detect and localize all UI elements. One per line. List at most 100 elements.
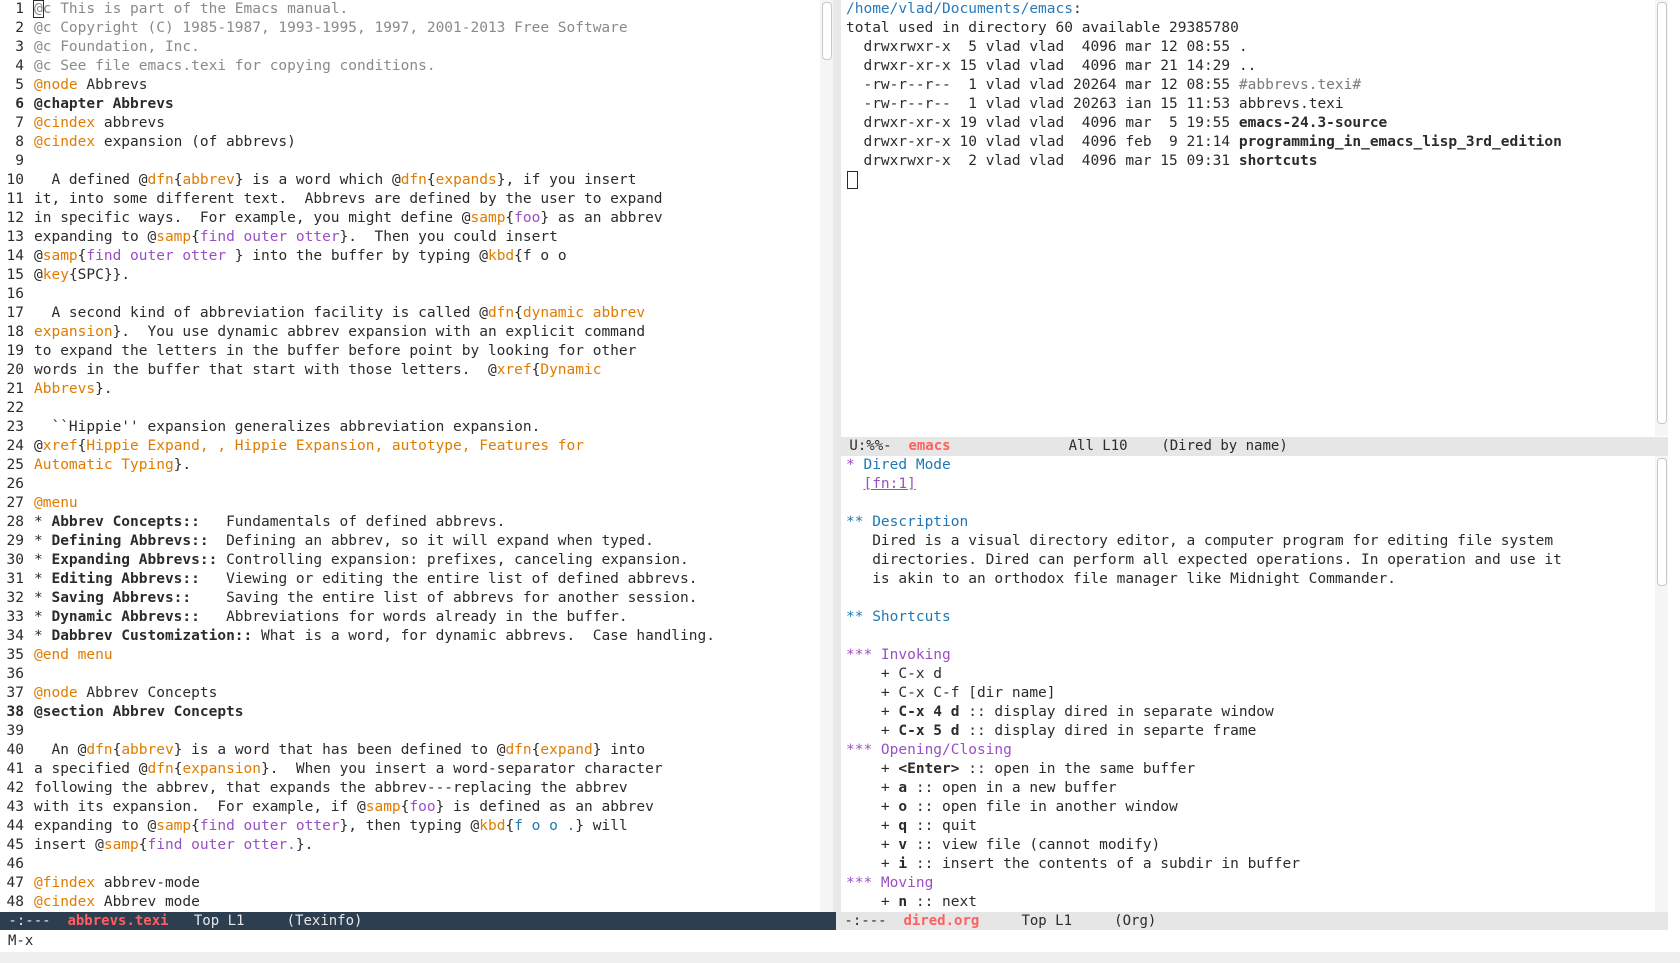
text-segment: dfn (147, 172, 174, 188)
minibuffer[interactable]: M-x (0, 930, 1680, 952)
text-segment: @ (34, 438, 43, 454)
dired-entry[interactable]: drwxr-xr-x 10 vlad vlad 4096 feb 9 21:14… (846, 133, 1646, 152)
source-line: 28 * Abbrev Concepts:: Fundamentals of de… (0, 513, 820, 532)
text-segment: :: view file (cannot modify) (907, 837, 1161, 853)
text-segment: { (138, 837, 148, 853)
text-segment: C-x 5 d (898, 723, 960, 739)
dired-entry[interactable]: -rw-r--r-- 1 vlad vlad 20263 ian 15 11:5… (846, 95, 1646, 114)
source-line: 29 * Defining Abbrevs:: Defining an abbre… (0, 532, 820, 551)
text-segment: dfn (147, 761, 174, 777)
dired-path[interactable]: /home/vlad/Documents/emacs (846, 1, 1073, 17)
line-number: 29 (6, 533, 24, 549)
dired-entry[interactable]: drwxr-xr-x 15 vlad vlad 4096 mar 21 14:2… (846, 57, 1646, 76)
text-segment: a specified @ (34, 761, 148, 777)
dired-entry[interactable]: drwxrwxr-x 5 vlad vlad 4096 mar 12 08:55… (846, 38, 1646, 57)
org-scrollbar-thumb[interactable] (1657, 458, 1667, 586)
org-line: + C-x C-f [dir name] (846, 684, 1646, 703)
source-line: 7 @cindex abbrevs (0, 114, 820, 133)
text-segment: { (191, 229, 200, 245)
text-segment: :: insert the contents of a subdir in bu… (907, 856, 1300, 872)
text-segment: } as an abbrev (540, 210, 663, 226)
dired-entries: drwxrwxr-x 5 vlad vlad 4096 mar 12 08:55… (846, 38, 1646, 171)
source-line: 12 in specific ways. For example, you mig… (0, 209, 820, 228)
text-segment: * (846, 457, 864, 473)
texinfo-buffer[interactable]: 1 @c This is part of the Emacs manual. 2 @c… (0, 0, 820, 912)
line-number: 2 (15, 20, 24, 36)
source-line: 47 @findex abbrev-mode (0, 874, 820, 893)
source-line: 44 expanding to @samp{find outer otter}, … (0, 817, 820, 836)
file-meta: 5 vlad vlad 4096 mar 12 08:55 (950, 39, 1231, 55)
text-segment: a (898, 780, 908, 796)
dired-entry[interactable]: drwxr-xr-x 19 vlad vlad 4096 mar 5 19:55… (846, 114, 1646, 133)
text-segment: :: open in the same buffer (959, 761, 1196, 777)
text-segment: Controlling expansion: prefixes, canceli… (217, 552, 689, 568)
footnote-link[interactable]: [fn:1] (863, 476, 915, 492)
text-segment: :: display dired in separte frame (959, 723, 1257, 739)
file-name[interactable]: emacs-24.3-source (1239, 115, 1387, 131)
text-segment: find outer otter (199, 229, 340, 245)
org-line (846, 494, 1646, 513)
dired-scrollbar-thumb[interactable] (1657, 2, 1667, 424)
line-number: 30 (6, 552, 24, 568)
text-segment: Abbreviations for words already in the b… (199, 609, 628, 625)
text-segment: @chapter Abbrevs (34, 96, 174, 112)
text-segment: Abbrev mode (95, 894, 200, 910)
source-line: 25 Automatic Typing}. (0, 456, 820, 475)
source-line: 4 @c See file emacs.texi for copying cond… (0, 57, 820, 76)
text-segment: :: open in a new buffer (907, 780, 1117, 796)
vertical-divider[interactable] (833, 0, 841, 931)
text-segment: <Enter> (898, 761, 960, 777)
text-segment: find outer otter. (147, 837, 296, 853)
org-line: ** Shortcuts (846, 608, 1646, 627)
dired-buffer[interactable]: /home/vlad/Documents/emacs: total used i… (846, 0, 1646, 436)
texinfo-modeline[interactable]: -:--- abbrevs.texi Top L1 (Texinfo) (0, 912, 836, 931)
dired-header: /home/vlad/Documents/emacs: (846, 1, 1082, 17)
line-number: 36 (6, 666, 24, 682)
file-name[interactable]: abbrevs.texi (1239, 96, 1344, 112)
line-number: 43 (6, 799, 24, 815)
dired-entry[interactable]: drwxrwxr-x 2 vlad vlad 4096 mar 15 09:31… (846, 152, 1646, 171)
text-segment: An @ (34, 742, 87, 758)
text-segment: with its expansion. For example, if @ (34, 799, 366, 815)
line-number: 6 (15, 96, 24, 112)
line-number: 31 (6, 571, 24, 587)
dired-modeline[interactable]: U:%%- emacs All L10 (Dired by name) (841, 437, 1668, 456)
text-segment: expand (540, 742, 593, 758)
org-line: + C-x d (846, 665, 1646, 684)
org-modeline[interactable]: -:--- dired.org Top L1 (Org) (836, 912, 1668, 931)
file-name[interactable]: programming_in_emacs_lisp_3rd_edition (1239, 134, 1562, 150)
source-line: 32 * Saving Abbrevs:: Saving the entire l… (0, 589, 820, 608)
source-line: 36 (0, 665, 820, 684)
dired-entry[interactable]: -rw-r--r-- 1 vlad vlad 20264 mar 12 08:5… (846, 76, 1646, 95)
source-line: 46 (0, 855, 820, 874)
file-name[interactable]: #abbrevs.texi# (1239, 77, 1361, 93)
source-line: 3 @c Foundation, Inc. (0, 38, 820, 57)
file-permissions: -rw-r--r-- (863, 96, 951, 112)
source-line: 14 @samp{find outer otter } into the buff… (0, 247, 820, 266)
dired-summary: total used in directory 60 available 293… (846, 20, 1239, 36)
text-segment: * (34, 514, 52, 530)
text-segment: Expanding Abbrevs:: (51, 552, 218, 568)
file-name[interactable]: .. (1239, 58, 1256, 74)
file-name[interactable]: . (1239, 39, 1248, 55)
line-number: 46 (6, 856, 24, 872)
line-number: 47 (6, 875, 24, 891)
left-scrollbar-thumb[interactable] (822, 2, 832, 60)
file-name[interactable]: shortcuts (1239, 153, 1318, 169)
text-segment: Abbrevs (77, 77, 148, 93)
text-segment: samp (156, 818, 192, 834)
org-scrollbar[interactable] (1655, 456, 1668, 912)
text-segment: @node (34, 685, 78, 701)
dired-scrollbar[interactable] (1655, 0, 1668, 436)
text-segment: abbrev-mode (95, 875, 200, 891)
org-buffer[interactable]: * Dired Mode [fn:1] ** Description Dired … (846, 456, 1646, 912)
text-segment: abbrev (182, 172, 235, 188)
line-number: 19 (6, 343, 24, 359)
text-segment: C-x 4 d (898, 704, 960, 720)
source-line: 13 expanding to @samp{find outer otter}. … (0, 228, 820, 247)
text-segment: @c Copyright (C) 1985-1987, 1993-1995, 1… (34, 20, 628, 36)
line-number: 25 (6, 457, 24, 473)
left-scrollbar[interactable] (820, 0, 833, 912)
text-segment: find outer otter (199, 818, 340, 834)
org-line: directories. Dired can perform all expec… (846, 551, 1646, 570)
